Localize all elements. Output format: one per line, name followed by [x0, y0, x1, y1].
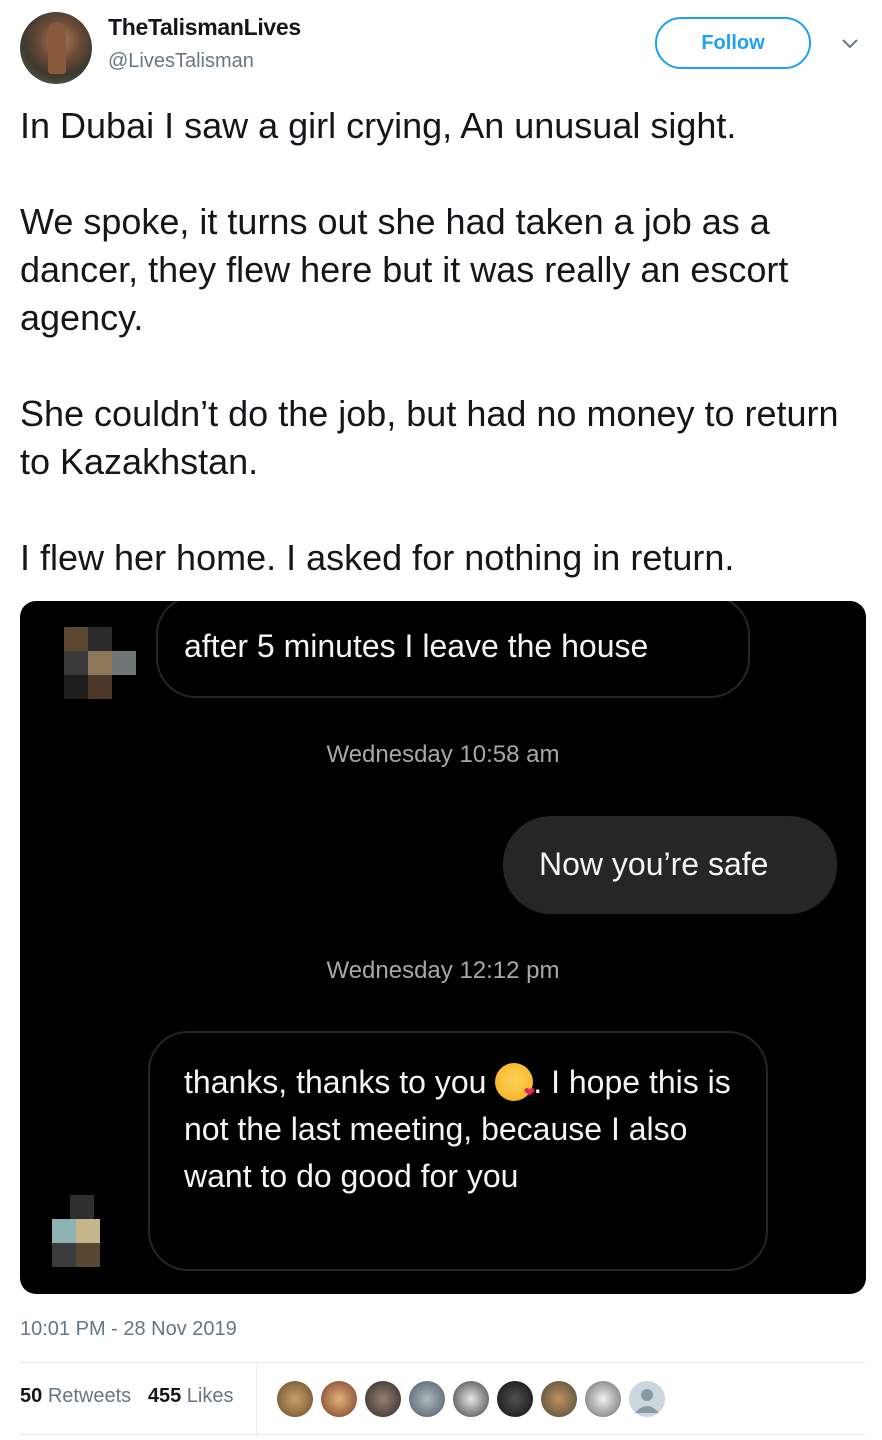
user-handle[interactable]: @LivesTalisman [108, 50, 254, 73]
divider [20, 1434, 866, 1435]
retweet-count[interactable]: 50 Retweets [20, 1385, 131, 1407]
display-name[interactable]: TheTalismanLives [108, 14, 301, 41]
liker-avatar[interactable] [364, 1380, 402, 1418]
default-avatar-icon[interactable] [628, 1380, 666, 1418]
follow-button[interactable]: Follow [655, 17, 811, 69]
message-outgoing: Now you’re safe [503, 816, 837, 914]
tweet-header: TheTalismanLives @LivesTalisman Follow [0, 0, 882, 90]
message-incoming: thanks, thanks to you ❤. I hope this is … [148, 1031, 768, 1271]
liker-avatar[interactable] [540, 1380, 578, 1418]
liker-avatar[interactable] [276, 1380, 314, 1418]
message-timestamp: Wednesday 12:12 pm [326, 957, 560, 984]
kissing-face-emoji-icon: ❤ [495, 1063, 536, 1101]
liker-avatar[interactable] [320, 1380, 358, 1418]
heart-icon: ❤ [523, 1084, 536, 1100]
chevron-down-icon[interactable] [840, 34, 860, 54]
tweet-media-image[interactable]: after 5 minutes I leave the house Wednes… [20, 601, 866, 1294]
message-timestamp: Wednesday 10:58 am [326, 741, 560, 768]
liker-avatar[interactable] [584, 1380, 622, 1418]
liker-avatar[interactable] [496, 1380, 534, 1418]
liker-avatar[interactable] [452, 1380, 490, 1418]
liker-avatar[interactable] [408, 1380, 446, 1418]
user-avatar[interactable] [20, 12, 92, 84]
like-count[interactable]: 455 Likes [148, 1385, 234, 1407]
tweet-timestamp[interactable]: 10:01 PM - 28 Nov 2019 [20, 1318, 237, 1341]
message-text: thanks, thanks to you [184, 1064, 496, 1100]
blurred-avatar-icon [46, 1191, 124, 1269]
divider [256, 1363, 257, 1435]
engagement-stats: 50 Retweets 455 Likes [20, 1385, 234, 1408]
divider [20, 1362, 866, 1363]
avatar-figure [48, 22, 66, 74]
blurred-avatar-icon [52, 621, 136, 699]
tweet-text: In Dubai I saw a girl crying, An unusual… [20, 105, 839, 578]
message-incoming: after 5 minutes I leave the house [156, 601, 750, 698]
